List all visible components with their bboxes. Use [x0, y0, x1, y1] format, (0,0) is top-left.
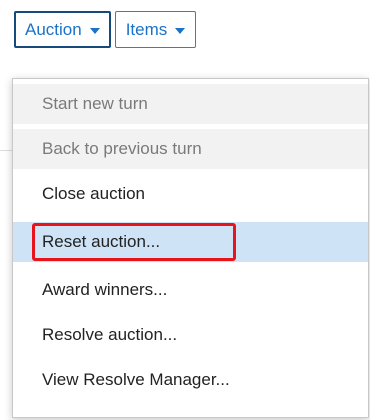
caret-down-icon [89, 27, 100, 34]
menu-item-reset-auction[interactable]: Reset auction... [13, 222, 368, 262]
menu-item-resolve-auction[interactable]: Resolve auction... [13, 315, 368, 355]
app-stage: Auction Items Start new turn Back to pre… [0, 0, 370, 420]
auction-menu-label: Auction [25, 19, 82, 39]
items-menu-label: Items [125, 19, 168, 39]
menu-item-start-new-turn[interactable]: Start new turn [13, 84, 368, 124]
auction-menu-button[interactable]: Auction [14, 11, 111, 48]
auction-dropdown-menu: Start new turn Back to previous turn Clo… [12, 78, 369, 418]
menu-item-label: Resolve auction... [42, 325, 178, 344]
menu-item-close-auction[interactable]: Close auction [13, 174, 368, 214]
background-divider [0, 150, 12, 151]
menu-item-label: Close auction [42, 184, 146, 203]
menu-item-award-winners[interactable]: Award winners... [13, 270, 368, 310]
menu-item-label: Back to previous turn [42, 139, 202, 158]
menubar: Auction Items [14, 11, 197, 61]
menu-item-label: View Resolve Manager... [42, 370, 230, 389]
menu-item-label: Reset auction... [42, 232, 161, 251]
menu-item-back-to-previous-turn[interactable]: Back to previous turn [13, 129, 368, 169]
menu-item-label: Start new turn [42, 94, 148, 113]
items-menu-button[interactable]: Items [114, 11, 197, 48]
menu-item-label: Award winners... [42, 280, 168, 299]
menu-item-view-resolve-manager[interactable]: View Resolve Manager... [13, 360, 368, 400]
caret-down-icon [175, 27, 186, 34]
